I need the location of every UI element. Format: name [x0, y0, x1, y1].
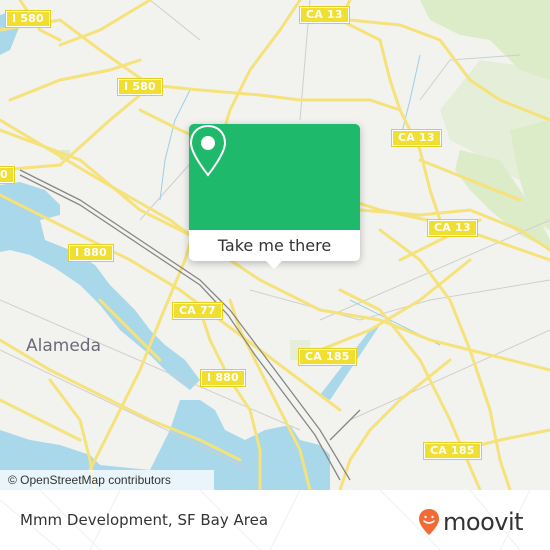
take-me-there-button[interactable]: Take me there	[189, 230, 360, 261]
popup-pointer	[266, 261, 282, 269]
moovit-logo[interactable]: moovit	[418, 508, 524, 536]
road-shield-i880: I 880	[200, 369, 246, 387]
road-shield-ca13: CA 13	[427, 219, 478, 237]
moovit-pin-icon	[419, 509, 439, 535]
road-shield-ca77: CA 77	[172, 302, 223, 320]
attribution-text[interactable]: © OpenStreetMap contributors	[8, 473, 171, 487]
place-label-alameda: Alameda	[26, 336, 101, 356]
popup-header	[189, 124, 360, 230]
road-shield-i580: I 580	[117, 78, 163, 96]
road-shield-i580: I 580	[5, 10, 51, 28]
moovit-wordmark: moovit	[443, 508, 524, 536]
location-title: Mmm Development, SF Bay Area	[20, 511, 269, 529]
road-shield-ca13: CA 13	[299, 6, 350, 24]
road-shield-ca185: CA 185	[298, 348, 357, 366]
road-shield-ca13: CA 13	[391, 129, 442, 147]
road-shield-i580: I 580	[0, 166, 15, 184]
map[interactable]: I 580 I 580 CA 13 CA 13 CA 13 I 880 CA 7…	[0, 0, 550, 490]
location-popup[interactable]: Take me there	[189, 124, 360, 269]
location-pin-icon	[189, 124, 227, 177]
road-shield-ca185: CA 185	[423, 442, 482, 460]
road-shield-i880: I 880	[68, 244, 114, 262]
attribution[interactable]: © OpenStreetMap contributors	[0, 470, 214, 490]
